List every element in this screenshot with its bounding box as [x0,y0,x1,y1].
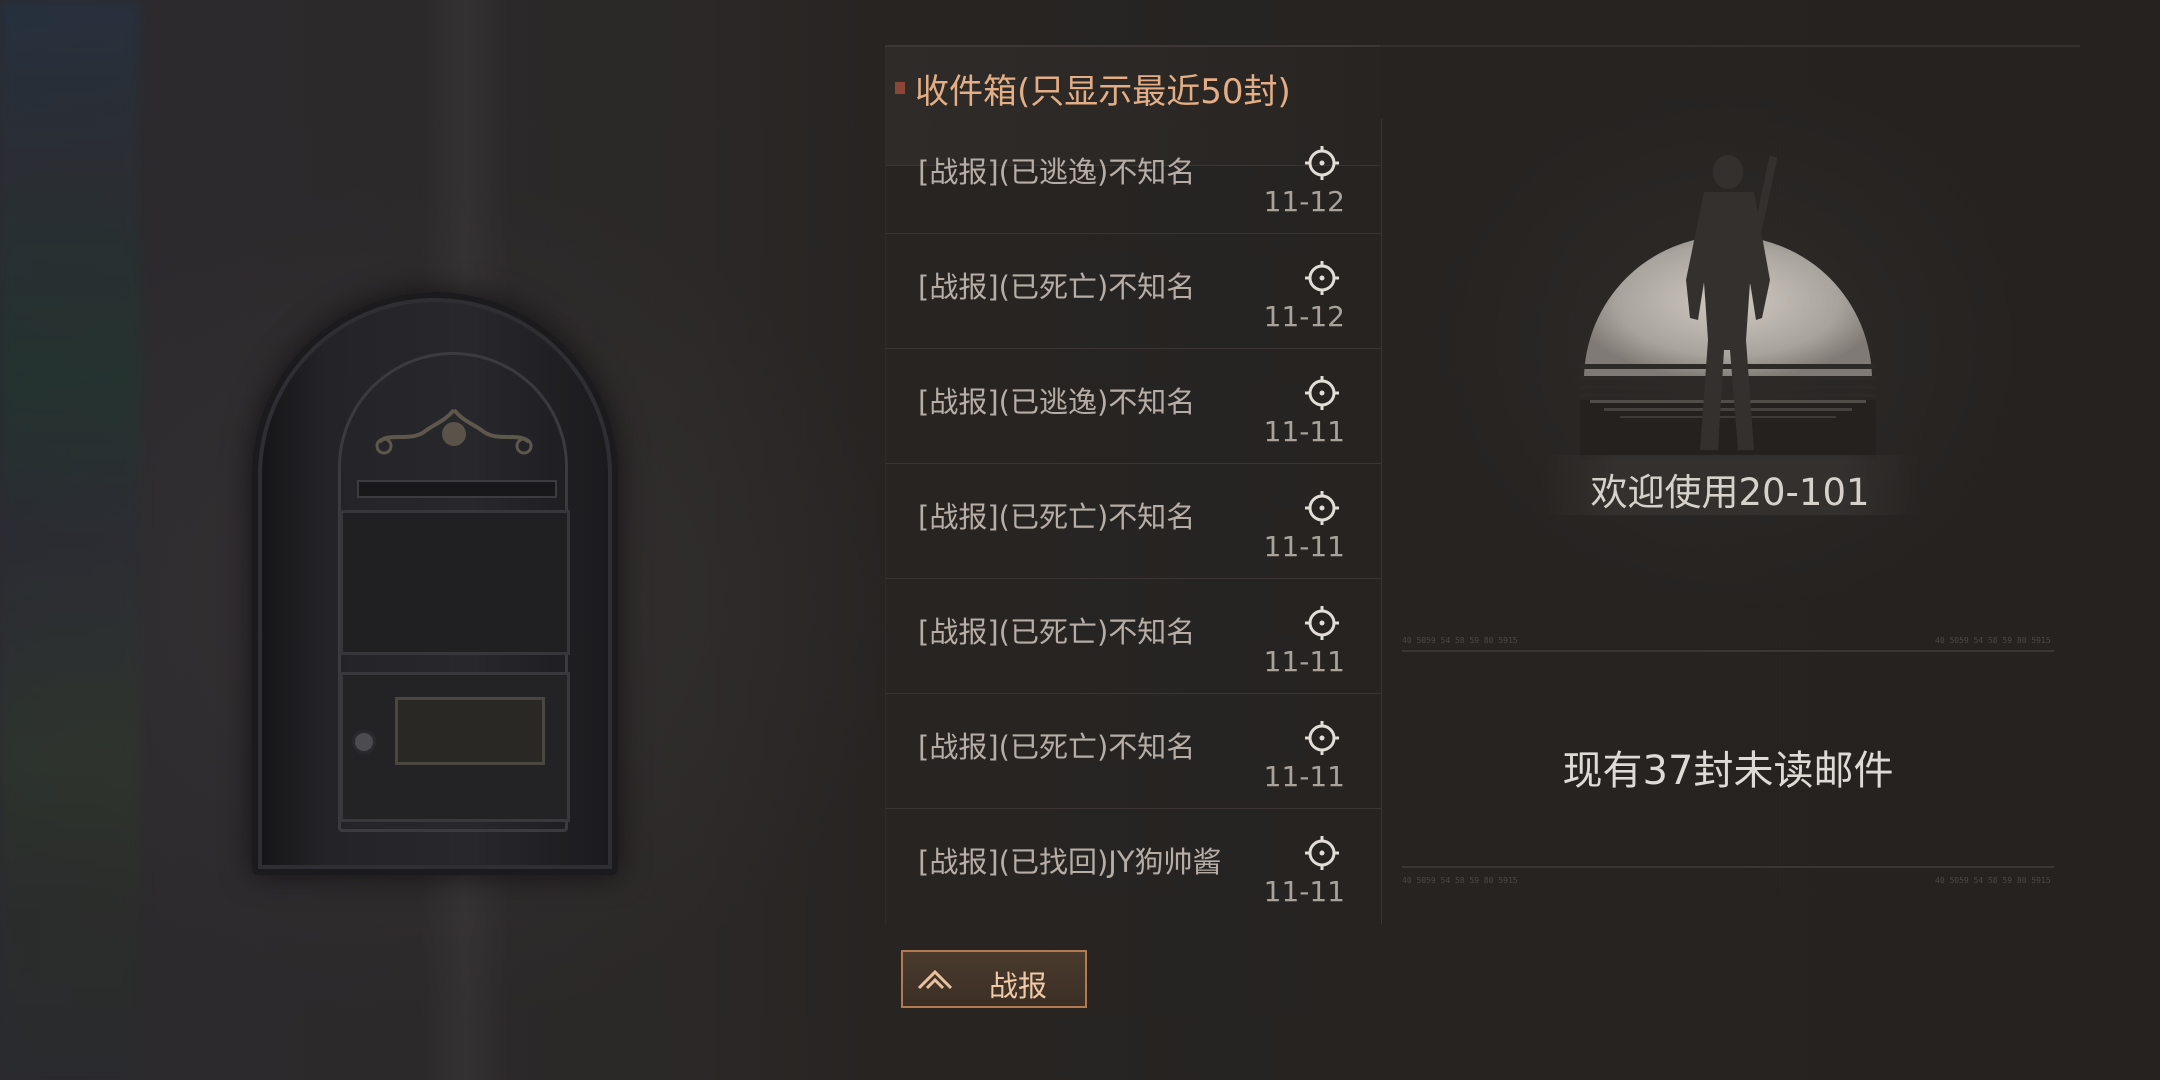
mail-item[interactable]: [战报](已死亡)不知名 11-11 [886,694,1381,809]
inbox-title: 收件箱(只显示最近50封) [915,72,1291,112]
locate-icon[interactable] [1304,720,1340,756]
divider-code-left: 40 5059 54 58 59 80 5915 [1402,876,1518,885]
mailbox-ornament [375,408,533,455]
mail-item[interactable]: [战报](已死亡)不知名 11-11 [886,579,1381,694]
mail-item[interactable]: [战报](已找回)JY狗帅酱 11-11 [886,809,1381,924]
header-marker-icon [895,82,905,94]
mail-date: 11-11 [1263,530,1345,563]
mail-subject: [战报](已死亡)不知名 [918,730,1196,764]
mail-item[interactable]: [战报](已逃逸)不知名 11-11 [886,349,1381,464]
background-shelf [0,0,140,1080]
mail-subject: [战报](已找回)JY狗帅酱 [918,845,1222,879]
mailbox-knob [355,733,373,751]
divider-code-right: 40 5059 54 58 59 80 5915 [1935,876,2051,885]
locate-icon[interactable] [1304,145,1340,181]
welcome-message: 欢迎使用20-101 [1590,471,1870,514]
mailbox-nameplate [395,697,545,765]
divider-code-left: 40 5059 54 58 59 80 5915 [1402,636,1518,645]
mail-date: 11-11 [1263,760,1345,793]
mail-item[interactable]: [战报](已逃逸)不知名 11-12 [886,119,1381,234]
mail-subject: [战报](已逃逸)不知名 [918,385,1196,419]
mail-date: 11-12 [1263,185,1345,218]
locate-icon[interactable] [1304,605,1340,641]
mail-date: 11-11 [1263,875,1345,908]
info-top-border [1380,45,2080,47]
unread-count-message: 现有37封未读邮件 [1562,748,1894,794]
divider-code-right: 40 5059 54 58 59 80 5915 [1935,636,2051,645]
divider-top [1402,650,2054,652]
mail-subject: [战报](已死亡)不知名 [918,270,1196,304]
soldier-emblem-icon [1580,155,1876,460]
locate-icon[interactable] [1304,835,1340,871]
mail-subject: [战报](已逃逸)不知名 [918,155,1196,189]
mail-subject: [战报](已死亡)不知名 [918,500,1196,534]
mail-item[interactable]: [战报](已死亡)不知名 11-12 [886,234,1381,349]
mail-date: 11-11 [1263,415,1345,448]
divider-bottom [1402,866,2054,868]
mail-subject: [战报](已死亡)不知名 [918,615,1196,649]
mail-date: 11-11 [1263,645,1345,678]
battle-report-filter-button[interactable]: 战报 [901,950,1087,1008]
mountain-chevron-icon [917,969,953,990]
mail-date: 11-12 [1263,300,1345,333]
locate-icon[interactable] [1304,490,1340,526]
mailbox-slot [357,480,557,498]
mail-item[interactable]: [战报](已死亡)不知名 11-11 [886,464,1381,579]
inbox-panel: 收件箱(只显示最近50封) [战报](已逃逸)不知名 11-12 [战报](已死… [885,45,1382,945]
battle-report-filter-label: 战报 [989,969,1048,1003]
locate-icon[interactable] [1304,375,1340,411]
mail-list[interactable]: [战报](已逃逸)不知名 11-12 [战报](已死亡)不知名 11-12 [战… [885,119,1382,924]
mailbox-upper-panel [340,510,570,655]
locate-icon[interactable] [1304,260,1340,296]
